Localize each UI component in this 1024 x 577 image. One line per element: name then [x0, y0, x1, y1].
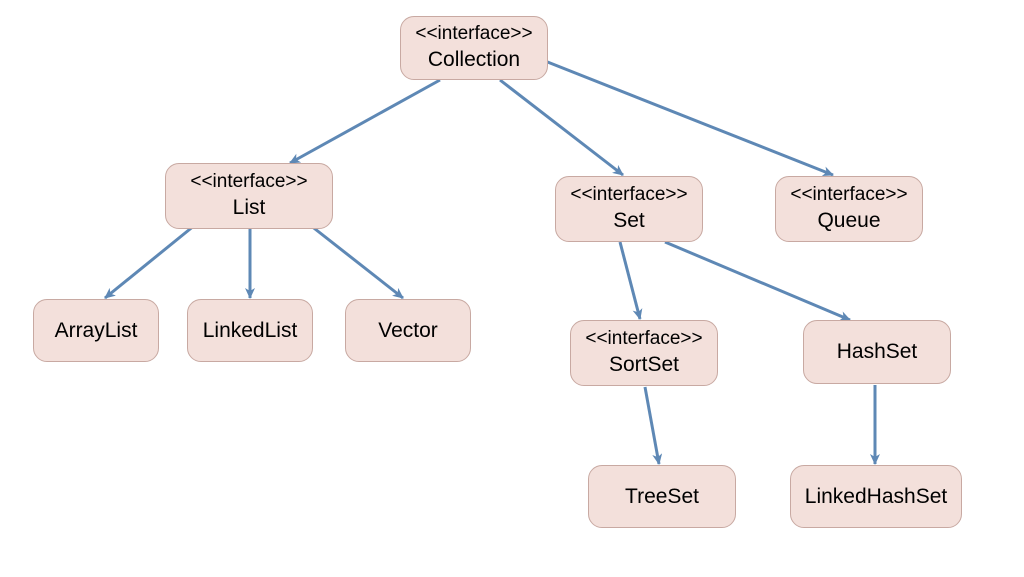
node-name: SortSet: [609, 351, 679, 378]
node-vector: Vector: [345, 299, 471, 362]
node-stereotype: <<interface>>: [790, 184, 907, 207]
node-set: <<interface>> Set: [555, 176, 703, 242]
node-stereotype: <<interface>>: [415, 23, 532, 46]
node-linkedlist: LinkedList: [187, 299, 313, 362]
node-arraylist: ArrayList: [33, 299, 159, 362]
edge-sortset-treeset: [645, 387, 659, 464]
node-list: <<interface>> List: [165, 163, 333, 229]
edge-collection-set: [500, 80, 623, 175]
node-name: LinkedList: [203, 317, 298, 344]
node-collection: <<interface>> Collection: [400, 16, 548, 80]
node-name: LinkedHashSet: [805, 483, 947, 510]
node-hashset: HashSet: [803, 320, 951, 384]
node-treeset: TreeSet: [588, 465, 736, 528]
node-name: TreeSet: [625, 483, 699, 510]
edge-list-arraylist: [105, 225, 195, 298]
edge-set-hashset: [665, 242, 850, 320]
node-stereotype: <<interface>>: [190, 171, 307, 194]
node-name: Queue: [817, 207, 880, 234]
node-name: List: [233, 194, 266, 221]
node-name: Set: [613, 207, 645, 234]
node-stereotype: <<interface>>: [585, 328, 702, 351]
edge-collection-list: [290, 80, 440, 163]
node-linkedhashset: LinkedHashSet: [790, 465, 962, 528]
node-sortset: <<interface>> SortSet: [570, 320, 718, 386]
node-name: ArrayList: [55, 317, 138, 344]
edge-list-vector: [310, 225, 403, 298]
node-name: HashSet: [837, 338, 918, 365]
node-name: Vector: [378, 317, 438, 344]
edge-collection-queue: [545, 61, 833, 175]
node-stereotype: <<interface>>: [570, 184, 687, 207]
node-name: Collection: [428, 46, 520, 73]
node-queue: <<interface>> Queue: [775, 176, 923, 242]
edge-set-sortset: [620, 242, 640, 319]
